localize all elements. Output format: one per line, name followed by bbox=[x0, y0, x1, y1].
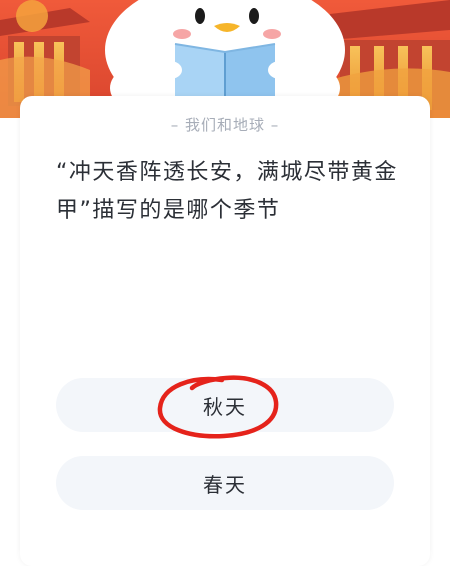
answer-option-label: 秋天 bbox=[203, 394, 247, 419]
category-dash-left: – bbox=[170, 116, 180, 134]
question-text: “冲天香阵透长安，满城尽带黄金甲”描写的是哪个季节 bbox=[56, 160, 398, 223]
category-dash-right: – bbox=[270, 116, 280, 134]
category-label: 我们和地球 bbox=[184, 116, 265, 134]
quiz-category: – 我们和地球 – bbox=[20, 114, 430, 135]
answer-option-autumn[interactable]: 秋天 bbox=[56, 378, 394, 432]
answer-option-label: 春天 bbox=[203, 472, 247, 497]
quiz-card: – 我们和地球 – “冲天香阵透长安，满城尽带黄金甲”描写的是哪个季节 秋天 春… bbox=[20, 96, 430, 566]
answer-option-spring[interactable]: 春天 bbox=[56, 456, 394, 510]
